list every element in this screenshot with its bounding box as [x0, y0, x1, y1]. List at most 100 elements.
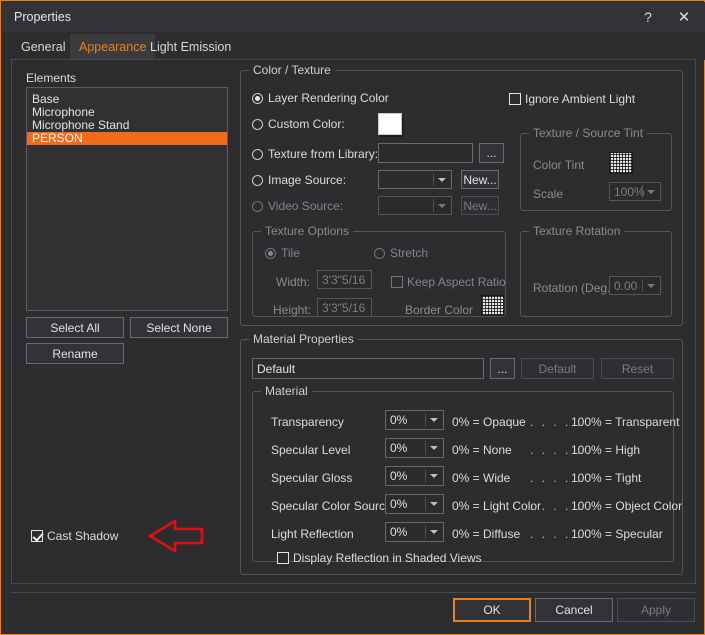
properties-dialog: Properties ? ✕ General Appearance Light …	[0, 0, 705, 635]
chevron-down-icon	[647, 283, 655, 288]
scale-label: Scale	[533, 187, 564, 201]
specular-gloss-low-label: 0% = Wide	[452, 471, 511, 485]
scale-value: 100%	[614, 184, 645, 199]
material-name-input[interactable]: Default	[252, 358, 484, 379]
transparency-low-label: 0% = Opaque	[452, 415, 526, 429]
transparency-value: 0%	[390, 413, 408, 427]
material-browse-button[interactable]: ...	[490, 358, 515, 379]
window-title: Properties	[14, 10, 71, 24]
rotation-label: Rotation (Deg.)	[533, 281, 615, 295]
combo-separator	[642, 185, 643, 198]
ok-button[interactable]: OK	[453, 598, 531, 622]
radio-dot	[252, 148, 263, 160]
specular-gloss-combo[interactable]: 0%	[385, 466, 444, 486]
radio-custom-color[interactable]: Custom Color:	[252, 117, 345, 131]
list-item-selected[interactable]: PERSON	[27, 132, 227, 145]
display-reflection-label: Display Reflection in Shaded Views	[293, 551, 482, 565]
chevron-down-icon	[430, 502, 438, 506]
specular-level-value: 0%	[390, 441, 408, 455]
material-legend: Material	[261, 384, 312, 398]
texture-source-tint-legend: Texture / Source Tint	[529, 126, 648, 140]
title-bar: Properties ? ✕	[2, 2, 705, 32]
close-icon[interactable]: ✕	[667, 2, 701, 32]
color-texture-legend: Color / Texture	[249, 63, 335, 77]
chevron-down-icon	[430, 446, 438, 450]
radio-dot	[265, 247, 276, 259]
checkbox-box	[277, 552, 289, 564]
light-reflection-low-label: 0% = Diffuse	[452, 527, 521, 541]
radio-dot	[252, 118, 263, 130]
border-color-swatch	[481, 295, 504, 316]
radio-label: Layer Rendering Color	[268, 91, 389, 105]
ignore-ambient-light-checkbox[interactable]: Ignore Ambient Light	[509, 92, 635, 106]
color-tint-swatch	[609, 152, 633, 174]
material-group: Material Transparency 0% 0% = Opaque . .…	[252, 384, 682, 565]
elements-listbox[interactable]: Base Microphone Microphone Stand PERSON	[26, 87, 228, 311]
texture-source-tint-group: Texture / Source Tint Color Tint Scale 1…	[520, 126, 672, 211]
radio-layer-rendering-color[interactable]: Layer Rendering Color	[252, 91, 389, 105]
radio-dot	[252, 92, 263, 104]
radio-dot	[252, 174, 263, 186]
light-reflection-combo[interactable]: 0%	[385, 522, 444, 542]
transparency-high-label: 100% = Transparent	[571, 415, 680, 429]
tab-strip: General Appearance Light Emission	[2, 32, 705, 60]
rotation-value: 0.00	[614, 278, 638, 293]
specular-level-combo[interactable]: 0%	[385, 438, 444, 458]
tab-light-emission[interactable]: Light Emission	[141, 34, 240, 60]
rename-button[interactable]: Rename	[26, 343, 124, 364]
cast-shadow-checkbox[interactable]: Cast Shadow	[31, 529, 118, 543]
light-reflection-value: 0%	[390, 525, 408, 539]
checkbox-box	[391, 276, 403, 288]
ignore-ambient-light-label: Ignore Ambient Light	[525, 92, 636, 106]
material-reset-button: Reset	[601, 358, 674, 379]
radio-video-source: Video Source:	[252, 199, 343, 213]
specular-color-source-value: 0%	[390, 497, 408, 511]
radio-label: Image Source:	[268, 173, 347, 187]
combo-separator	[642, 279, 643, 292]
texture-library-input[interactable]	[378, 143, 473, 163]
footer-separator	[11, 592, 696, 593]
radio-texture-from-library[interactable]: Texture from Library:	[252, 147, 378, 161]
display-reflection-checkbox[interactable]: Display Reflection in Shaded Views	[277, 551, 482, 565]
keep-aspect-ratio-label: Keep Aspect Ratio	[407, 275, 506, 289]
specular-level-high-label: 100% = High	[571, 443, 641, 457]
border-color-label: Border Color	[405, 303, 474, 317]
material-properties-legend: Material Properties	[249, 332, 358, 346]
help-icon[interactable]: ?	[631, 2, 665, 32]
transparency-combo[interactable]: 0%	[385, 410, 444, 430]
radio-label: Tile	[281, 246, 300, 260]
texture-options-group: Texture Options Tile Stretch Width: 3'3"…	[252, 224, 506, 317]
custom-color-swatch[interactable]	[378, 113, 402, 135]
select-all-button[interactable]: Select All	[26, 317, 124, 338]
texture-options-legend: Texture Options	[261, 224, 354, 238]
combo-separator	[433, 173, 434, 186]
radio-image-source[interactable]: Image Source:	[252, 173, 346, 187]
image-source-new-button[interactable]: New...	[461, 170, 499, 189]
radio-label: Video Source:	[268, 199, 344, 213]
width-input: 3'3"5/16	[317, 270, 372, 289]
specular-color-source-combo[interactable]: 0%	[385, 494, 444, 514]
cast-shadow-label: Cast Shadow	[47, 529, 119, 543]
checkbox-box	[509, 93, 521, 105]
specular-color-source-low-label: 0% = Light Color	[452, 499, 542, 513]
video-source-combo	[378, 196, 452, 215]
chevron-down-icon	[430, 530, 438, 534]
material-properties-group: Material Properties Default ... Default …	[240, 332, 683, 575]
texture-rotation-legend: Texture Rotation	[529, 224, 625, 238]
texture-rotation-group: Texture Rotation Rotation (Deg.) 0.00	[520, 224, 672, 317]
combo-separator	[425, 497, 426, 511]
chevron-down-icon	[647, 189, 655, 194]
cancel-button[interactable]: Cancel	[535, 598, 613, 622]
combo-separator	[425, 469, 426, 483]
width-label: Width:	[276, 275, 311, 289]
specular-gloss-value: 0%	[390, 469, 408, 483]
radio-label: Texture from Library:	[268, 147, 379, 161]
chevron-down-icon	[438, 203, 446, 208]
tab-general[interactable]: General	[12, 34, 74, 60]
texture-library-browse-button[interactable]: ...	[479, 143, 504, 163]
elements-label: Elements	[26, 71, 77, 85]
select-none-button[interactable]: Select None	[130, 317, 228, 338]
image-source-combo[interactable]	[378, 170, 452, 189]
keep-aspect-ratio-checkbox: Keep Aspect Ratio	[391, 275, 506, 289]
material-default-button: Default	[521, 358, 594, 379]
